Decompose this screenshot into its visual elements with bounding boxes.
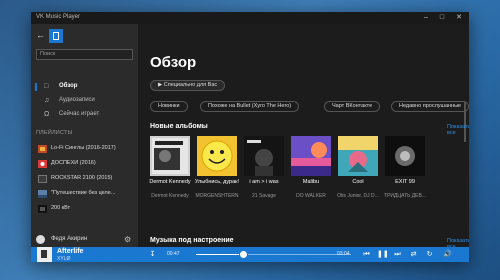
- previous-icon[interactable]: ⏮: [362, 250, 371, 259]
- time-current: 00:47: [167, 251, 180, 257]
- scrollbar[interactable]: [464, 102, 466, 142]
- nav-item-now-playing[interactable]: Ω Сейчас играет: [31, 108, 138, 121]
- playlist-label: "Путешествие без целе...: [51, 190, 116, 196]
- app-window: VK Music Player – □ ✕ ← Поиск □ Обзор ♫ …: [31, 12, 469, 262]
- gear-icon[interactable]: ⚙: [124, 235, 131, 244]
- album-card[interactable]: i am > i was 21 Savage: [244, 136, 284, 211]
- pill-for-you[interactable]: ▶ Специально для Вас: [150, 80, 226, 91]
- seek-knob[interactable]: [238, 250, 248, 259]
- search-placeholder: Поиск: [40, 51, 56, 57]
- album-artist: 21 Savage: [252, 193, 276, 199]
- album-artist: Dermot Kennedy: [151, 193, 189, 199]
- user-profile[interactable]: Федя Акирин ⚙: [31, 232, 138, 247]
- album-cover: [385, 136, 425, 176]
- minimize-icon[interactable]: –: [419, 12, 433, 24]
- album-card[interactable]: Улыбнись, дурак! MORGENSHTERN: [195, 136, 239, 211]
- back-arrow-icon[interactable]: ←: [36, 30, 46, 40]
- seek-bar-fill: [196, 254, 243, 255]
- playlist-cover-icon: [38, 175, 47, 183]
- album-artist: Otis Junior, DJ D...: [337, 193, 379, 199]
- playlist-cover-icon: [38, 205, 47, 213]
- playlist-label: ROCKSTAR 2100 (2015): [51, 175, 113, 181]
- playlist-item[interactable]: Lo-Fi Синглы (2016-2017): [31, 142, 138, 155]
- pill-chart[interactable]: Чарт ВКонтакте: [324, 101, 381, 112]
- page-title: Обзор: [150, 54, 197, 71]
- pill-new[interactable]: Новинки: [150, 101, 188, 112]
- nav-item-label: Сейчас играет: [59, 111, 100, 117]
- headphones-icon: Ω: [44, 111, 50, 118]
- volume-icon[interactable]: 🔊: [443, 250, 452, 259]
- album-title: Улыбнись, дурак!: [194, 179, 240, 185]
- sidebar: ← Поиск □ Обзор ♫ Аудиозаписи Ω Сейчас и…: [31, 24, 138, 247]
- time-total: 03:04: [337, 251, 350, 257]
- album-title: EXIT 99: [395, 179, 415, 185]
- album-cover: [150, 136, 190, 176]
- album-cover: [338, 136, 378, 176]
- album-card[interactable]: Malibu DO WALKER: [291, 136, 331, 211]
- user-name: Федя Акирин: [51, 236, 88, 242]
- nav-item-label: Аудиозаписи: [59, 97, 95, 103]
- sidebar-header: ←: [31, 28, 138, 44]
- playlist-cover-icon: [38, 160, 47, 168]
- album-cover: [291, 136, 331, 176]
- track-title[interactable]: Afterlife: [57, 248, 83, 255]
- nav-item-overview[interactable]: □ Обзор: [31, 80, 138, 93]
- playlist-label: ДОСПЕХИ (2016): [51, 160, 96, 166]
- title-bar: VK Music Player – □ ✕: [31, 12, 469, 24]
- next-icon[interactable]: ⏭: [393, 250, 402, 259]
- repeat-icon[interactable]: ↻: [425, 250, 434, 259]
- avatar: [36, 235, 45, 244]
- shuffle-icon[interactable]: ⇄: [409, 250, 418, 259]
- playlist-cover-icon: [38, 145, 47, 153]
- playlist-item[interactable]: 200 кВт: [31, 202, 138, 215]
- app-logo-icon[interactable]: [49, 29, 63, 43]
- mood-title: Музыка под настроение: [150, 237, 234, 244]
- player-bar: Afterlife XYLØ ↧ 00:47 03:04 ⏮ ❚❚ ⏭ ⇄ ↻ …: [31, 247, 469, 262]
- search-input[interactable]: Поиск: [36, 49, 133, 60]
- pill-similar[interactable]: Похоже на Bullet (Хуго The Hero): [200, 101, 300, 112]
- album-artist: DO WALKER: [296, 193, 326, 199]
- album-title: Cool: [352, 179, 364, 185]
- playlist-label: 200 кВт: [51, 205, 71, 211]
- album-cover: [244, 136, 284, 176]
- seek-bar[interactable]: [196, 250, 351, 259]
- album-artist: ТРИДЦАТЬ ДЕВ...: [384, 193, 426, 199]
- main-content: Обзор ▶ Специально для Вас Новинки Похож…: [138, 24, 469, 250]
- new-albums-title: Новые альбомы: [150, 123, 208, 130]
- album-card[interactable]: Cool Otis Junior, DJ D...: [337, 136, 379, 211]
- music-note-icon: ♫: [44, 97, 50, 104]
- close-icon[interactable]: ✕: [452, 12, 466, 24]
- album-card[interactable]: EXIT 99 ТРИДЦАТЬ ДЕВ...: [384, 136, 426, 211]
- playlist-label: Lo-Fi Синглы (2016-2017): [51, 145, 116, 151]
- album-card[interactable]: Dermot Kennedy Dermot Kennedy: [149, 136, 191, 211]
- pill-recent[interactable]: Недавно прослушанные: [391, 101, 469, 112]
- square-icon: □: [44, 83, 49, 90]
- maximize-icon[interactable]: □: [435, 12, 449, 24]
- nav-item-label: Обзор: [59, 83, 78, 89]
- playlist-item[interactable]: "Путешествие без целе...: [31, 187, 138, 200]
- pill-label: Специально для Вас: [163, 82, 218, 88]
- nav-item-audio[interactable]: ♫ Аудиозаписи: [31, 94, 138, 107]
- playlist-item[interactable]: ДОСПЕХИ (2016): [31, 157, 138, 170]
- window-title: VK Music Player: [36, 14, 81, 20]
- playlist-item[interactable]: ROCKSTAR 2100 (2015): [31, 172, 138, 185]
- now-playing-cover[interactable]: [37, 247, 52, 262]
- album-artist: MORGENSHTERN: [195, 193, 239, 199]
- track-artist[interactable]: XYLØ: [57, 256, 70, 262]
- album-cover: [197, 136, 237, 176]
- show-all-link[interactable]: Показать все: [447, 124, 469, 136]
- album-title: i am > i was: [249, 179, 279, 185]
- playlists-heading: ПЛЕЙЛИСТЫ: [36, 130, 73, 136]
- pause-icon[interactable]: ❚❚: [377, 250, 389, 259]
- album-title: Malibu: [302, 179, 320, 185]
- playlist-cover-icon: [38, 190, 47, 198]
- album-title: Dermot Kennedy: [149, 179, 191, 185]
- download-icon[interactable]: ↧: [148, 250, 157, 259]
